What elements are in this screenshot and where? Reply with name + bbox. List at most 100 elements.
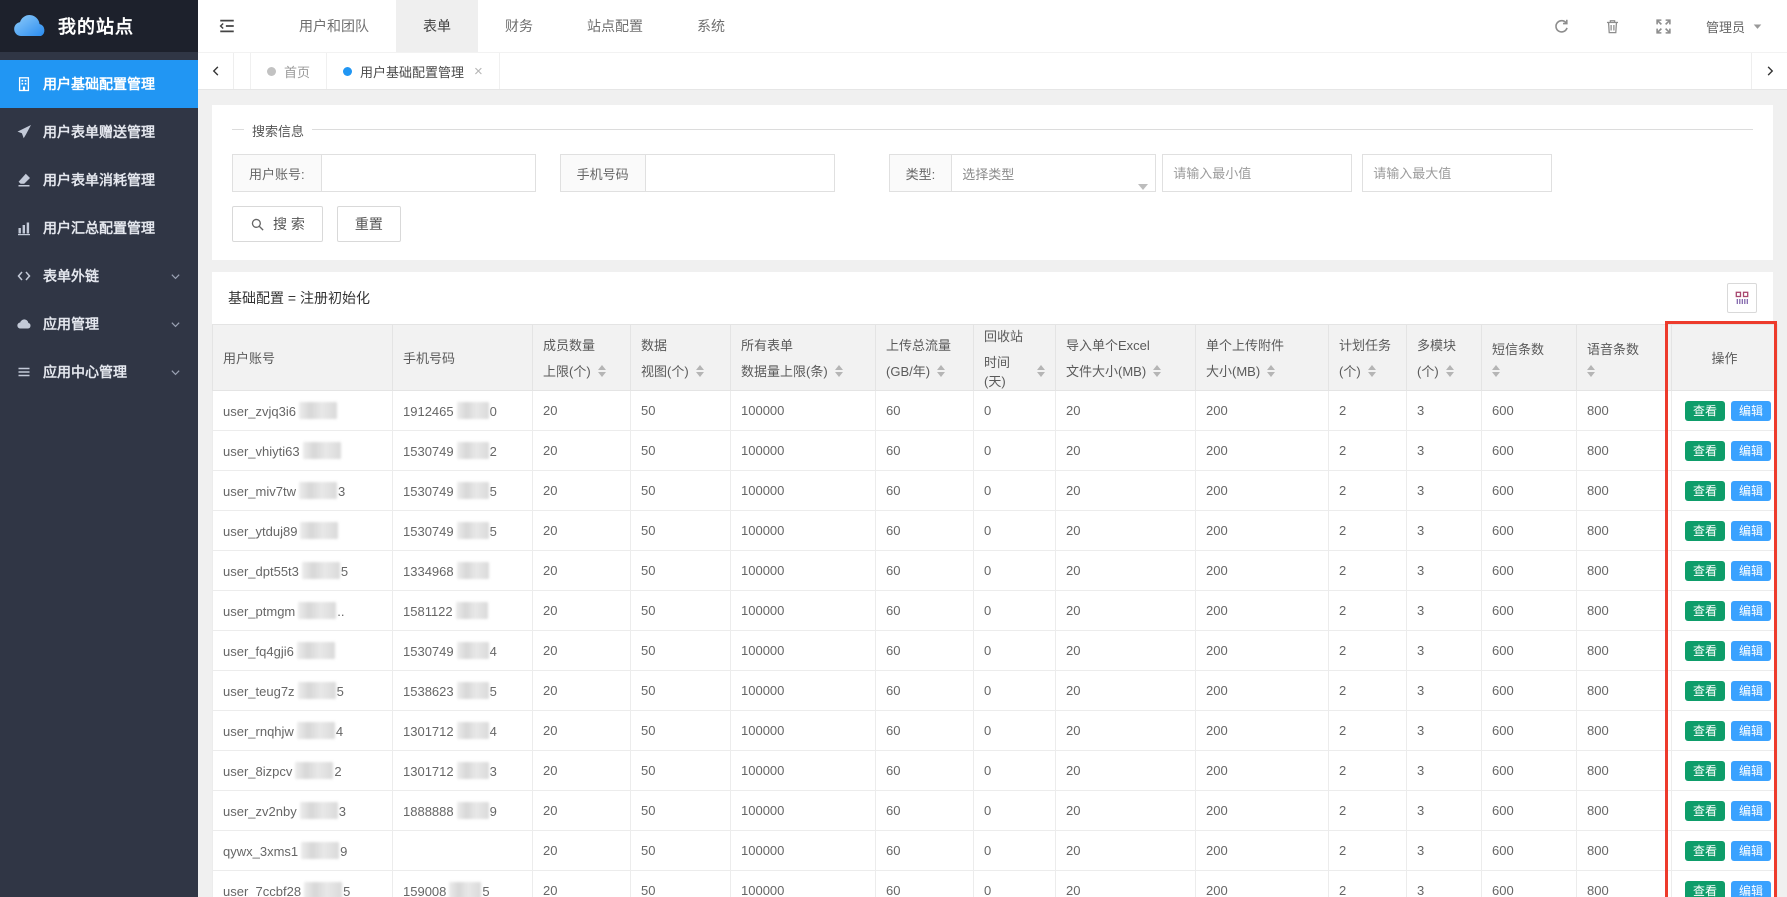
sort-icon[interactable] bbox=[937, 365, 945, 377]
user-menu[interactable]: 管理员 bbox=[1706, 17, 1763, 36]
column-header[interactable]: 多模块(个) bbox=[1407, 325, 1482, 391]
page-tab[interactable]: 用户基础配置管理× bbox=[327, 53, 500, 89]
column-header[interactable]: 计划任务(个) bbox=[1329, 325, 1407, 391]
nav-item[interactable]: 表单 bbox=[396, 0, 478, 52]
sort-icon[interactable] bbox=[1446, 365, 1454, 377]
account-input[interactable] bbox=[321, 154, 536, 192]
edit-button[interactable]: 编辑 bbox=[1731, 641, 1771, 661]
view-button[interactable]: 查看 bbox=[1685, 481, 1725, 501]
value-cell: 60 bbox=[876, 431, 974, 471]
nav-item[interactable]: 用户和团队 bbox=[272, 0, 396, 52]
sort-icon[interactable] bbox=[598, 365, 606, 377]
value-cell: 60 bbox=[876, 631, 974, 671]
tabs-scroll-right-icon[interactable] bbox=[1751, 53, 1787, 89]
sidebar-item[interactable]: 用户汇总配置管理 bbox=[0, 204, 198, 252]
column-header: 操作 bbox=[1672, 325, 1778, 391]
phone-text: 5 bbox=[482, 884, 489, 897]
sidebar-item[interactable]: 用户表单消耗管理 bbox=[0, 156, 198, 204]
sort-icon[interactable] bbox=[696, 365, 704, 377]
type-select[interactable]: 选择类型 bbox=[951, 154, 1156, 192]
sort-icon[interactable] bbox=[1153, 365, 1161, 377]
column-settings-button[interactable] bbox=[1727, 283, 1757, 313]
column-header[interactable]: 所有表单数据量上限(条) bbox=[731, 325, 876, 391]
column-header-label: 所有表单 bbox=[741, 335, 865, 354]
edit-button[interactable]: 编辑 bbox=[1731, 401, 1771, 421]
column-header[interactable]: 上传总流量(GB/年) bbox=[876, 325, 974, 391]
nav-item[interactable]: 站点配置 bbox=[560, 0, 670, 52]
page-tab[interactable]: 首页 bbox=[250, 53, 327, 89]
nav-item[interactable]: 财务 bbox=[478, 0, 560, 52]
sort-icon[interactable] bbox=[1587, 365, 1595, 377]
column-header-label: 短信条数 bbox=[1492, 339, 1566, 358]
view-button[interactable]: 查看 bbox=[1685, 561, 1725, 581]
value-cell: 20 bbox=[533, 751, 631, 791]
view-button[interactable]: 查看 bbox=[1685, 881, 1725, 897]
sort-icon[interactable] bbox=[1037, 365, 1045, 377]
column-header[interactable]: 导入单个Excel文件大小(MB) bbox=[1056, 325, 1196, 391]
max-value-input[interactable] bbox=[1362, 154, 1552, 192]
edit-button[interactable]: 编辑 bbox=[1731, 441, 1771, 461]
value-cell: 2 bbox=[1329, 591, 1407, 631]
actions-cell: 查看编辑 bbox=[1672, 511, 1778, 551]
table-body: user_zvjq3i61912465020501000006002020023… bbox=[213, 391, 1778, 897]
column-header[interactable]: 单个上传附件大小(MB) bbox=[1196, 325, 1329, 391]
edit-button[interactable]: 编辑 bbox=[1731, 601, 1771, 621]
building-icon bbox=[16, 76, 32, 92]
edit-button[interactable]: 编辑 bbox=[1731, 841, 1771, 861]
view-button[interactable]: 查看 bbox=[1685, 641, 1725, 661]
sidebar-item-label: 用户表单消耗管理 bbox=[43, 170, 155, 190]
sidebar-item[interactable]: 用户表单赠送管理 bbox=[0, 108, 198, 156]
value-cell: 600 bbox=[1482, 511, 1577, 551]
edit-button[interactable]: 编辑 bbox=[1731, 521, 1771, 541]
view-button[interactable]: 查看 bbox=[1685, 521, 1725, 541]
table-row: user_zvjq3i61912465020501000006002020023… bbox=[213, 391, 1778, 431]
column-header[interactable]: 回收站时间(天) bbox=[974, 325, 1056, 391]
edit-button[interactable]: 编辑 bbox=[1731, 761, 1771, 781]
edit-button[interactable]: 编辑 bbox=[1731, 681, 1771, 701]
sidebar-item[interactable]: 表单外链 bbox=[0, 252, 198, 300]
view-button[interactable]: 查看 bbox=[1685, 601, 1725, 621]
nav-item[interactable]: 系统 bbox=[670, 0, 752, 52]
trash-icon[interactable] bbox=[1604, 18, 1621, 35]
tab-close-icon[interactable]: × bbox=[474, 64, 483, 79]
brand[interactable]: 我的站点 bbox=[0, 0, 198, 52]
view-button[interactable]: 查看 bbox=[1685, 721, 1725, 741]
sidebar-item[interactable]: 应用中心管理 bbox=[0, 348, 198, 396]
view-button[interactable]: 查看 bbox=[1685, 681, 1725, 701]
sort-icon[interactable] bbox=[1267, 365, 1275, 377]
sidebar-item[interactable]: 应用管理 bbox=[0, 300, 198, 348]
search-button[interactable]: 搜 索 bbox=[232, 206, 323, 242]
edit-button[interactable]: 编辑 bbox=[1731, 801, 1771, 821]
user-account-text: user_7ccbf28 bbox=[223, 884, 301, 897]
value-cell: 200 bbox=[1196, 671, 1329, 711]
phone-input[interactable] bbox=[645, 154, 835, 192]
value-cell: 800 bbox=[1577, 551, 1672, 591]
tabs-scroll-left-icon[interactable] bbox=[198, 53, 234, 89]
view-button[interactable]: 查看 bbox=[1685, 441, 1725, 461]
edit-button[interactable]: 编辑 bbox=[1731, 481, 1771, 501]
sort-icon[interactable] bbox=[1368, 365, 1376, 377]
column-header[interactable]: 语音条数 bbox=[1577, 325, 1672, 391]
edit-button[interactable]: 编辑 bbox=[1731, 721, 1771, 741]
edit-button[interactable]: 编辑 bbox=[1731, 881, 1771, 897]
column-header[interactable]: 成员数量上限(个) bbox=[533, 325, 631, 391]
value-cell: 600 bbox=[1482, 671, 1577, 711]
refresh-icon[interactable] bbox=[1553, 18, 1570, 35]
sort-icon[interactable] bbox=[1492, 365, 1500, 377]
column-header[interactable]: 短信条数 bbox=[1482, 325, 1577, 391]
view-button[interactable]: 查看 bbox=[1685, 801, 1725, 821]
value-cell: 800 bbox=[1577, 711, 1672, 751]
value-cell: 20 bbox=[533, 511, 631, 551]
sort-icon[interactable] bbox=[835, 365, 843, 377]
column-header[interactable]: 数据视图(个) bbox=[631, 325, 731, 391]
sidebar-item[interactable]: 用户基础配置管理 bbox=[0, 60, 198, 108]
view-button[interactable]: 查看 bbox=[1685, 841, 1725, 861]
view-button[interactable]: 查看 bbox=[1685, 761, 1725, 781]
sidebar-toggle-icon[interactable] bbox=[218, 17, 236, 35]
edit-button[interactable]: 编辑 bbox=[1731, 561, 1771, 581]
redacted-block bbox=[302, 562, 340, 579]
view-button[interactable]: 查看 bbox=[1685, 401, 1725, 421]
reset-button[interactable]: 重置 bbox=[337, 206, 401, 242]
fullscreen-icon[interactable] bbox=[1655, 18, 1672, 35]
min-value-input[interactable] bbox=[1162, 154, 1352, 192]
